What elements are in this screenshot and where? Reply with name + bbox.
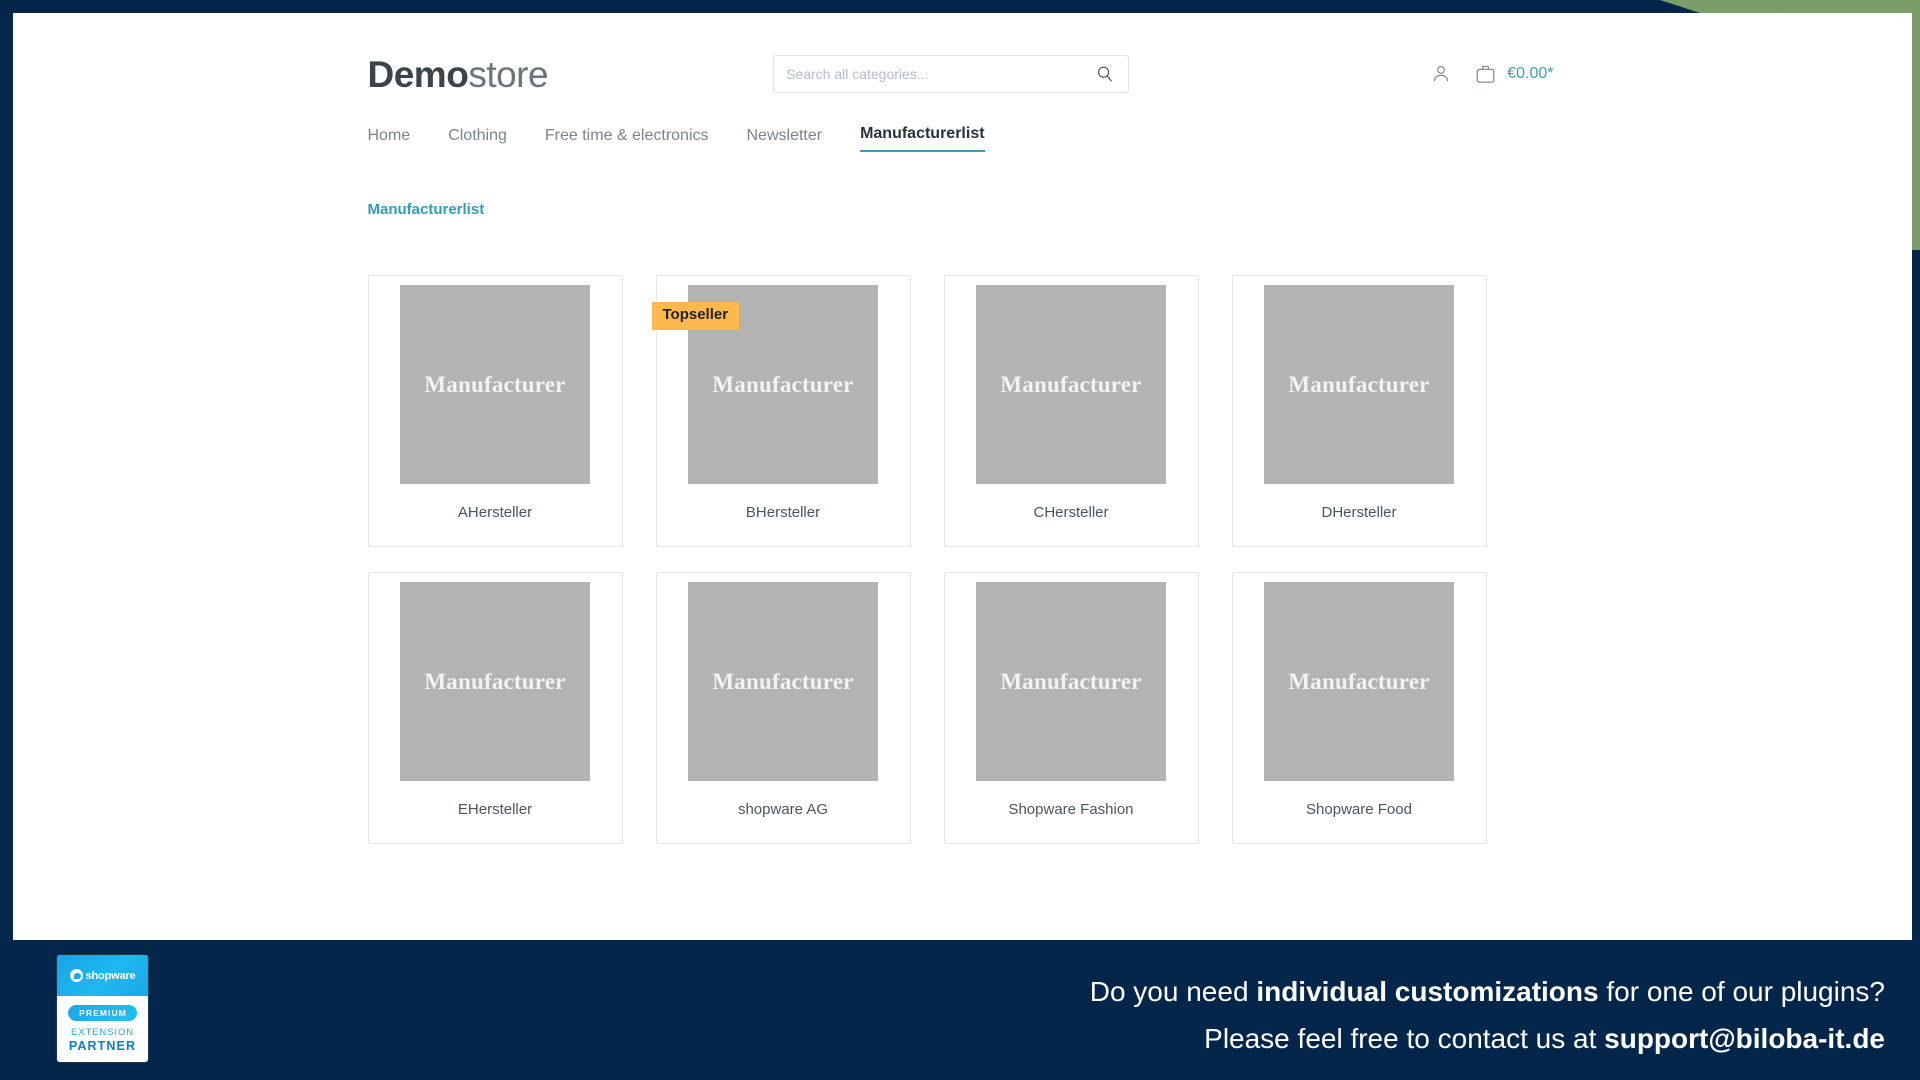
shopware-partner-badge[interactable]: shopware PREMIUM EXTENSION PARTNER	[57, 955, 148, 1062]
cart-button[interactable]: €0.00*	[1474, 63, 1554, 86]
manufacturer-name: Shopware Food	[1306, 801, 1412, 818]
manufacturer-card[interactable]: Manufacturer AHersteller	[367, 275, 623, 547]
page-viewport: Demostore Search all categories... €0.00…	[13, 13, 1912, 940]
site-logo[interactable]: Demostore	[368, 56, 549, 93]
manufacturer-name: AHersteller	[457, 504, 533, 521]
banner-line-2-part-a: Please feel free to contact us at	[1204, 1023, 1605, 1055]
manufacturer-name: shopware AG	[737, 801, 829, 818]
manufacturer-image: Manufacturer	[976, 285, 1166, 484]
manufacturer-name: DHersteller	[1321, 504, 1397, 521]
header-actions: €0.00*	[1430, 63, 1557, 86]
manufacturer-name: EHersteller	[457, 801, 533, 818]
manufacturer-card[interactable]: Manufacturer Shopware Food	[1231, 572, 1487, 844]
nav-item-free-time-electronics[interactable]: Free time & electronics	[545, 127, 709, 152]
manufacturer-image: Manufacturer	[976, 582, 1166, 781]
search-icon	[1098, 66, 1112, 82]
nav-item-manufacturerlist[interactable]: Manufacturerlist	[860, 125, 985, 152]
manufacturer-image-label: Manufacturer	[712, 668, 854, 694]
manufacturer-card[interactable]: Topseller Manufacturer BHersteller	[651, 275, 911, 547]
green-accent-corner	[1700, 0, 1920, 13]
banner-line-1-emphasis: individual customizations	[1256, 976, 1599, 1007]
manufacturer-card[interactable]: Manufacturer Shopware Fashion	[943, 572, 1199, 844]
manufacturer-image: Manufacturer	[688, 582, 878, 781]
search-button[interactable]	[1094, 65, 1116, 83]
manufacturer-card[interactable]: Manufacturer DHersteller	[1231, 275, 1487, 547]
logo-text-light: store	[468, 53, 549, 95]
breadcrumb: Manufacturerlist	[368, 152, 1558, 219]
support-email[interactable]: support@biloba-it.de	[1604, 1023, 1885, 1054]
account-button[interactable]	[1430, 63, 1452, 85]
manufacturer-image-label: Manufacturer	[1288, 668, 1430, 694]
search-input[interactable]	[786, 66, 1095, 82]
manufacturer-image-label: Manufacturer	[1288, 371, 1430, 397]
banner-line-1: Do you need individual customizations fo…	[1090, 968, 1885, 1015]
header-top-row: Demostore Search all categories... €0.00…	[368, 46, 1558, 102]
banner-line-1-part-c: for one of our plugins?	[1598, 976, 1885, 1007]
nav-item-clothing[interactable]: Clothing	[448, 127, 507, 152]
manufacturer-image-label: Manufacturer	[424, 668, 566, 694]
nav-item-home[interactable]: Home	[368, 127, 411, 152]
site-header: Demostore Search all categories... €0.00…	[13, 13, 1912, 152]
manufacturer-image-label: Manufacturer	[1000, 668, 1142, 694]
manufacturer-name: BHersteller	[745, 504, 821, 521]
shopware-logo-icon	[69, 969, 83, 982]
manufacturer-image: Manufacturer	[400, 285, 590, 484]
manufacturer-grid: Manufacturer AHersteller Topseller Manuf…	[367, 275, 1558, 844]
manufacturer-card[interactable]: Manufacturer shopware AG	[655, 572, 911, 844]
partner-badge-line-partner: PARTNER	[68, 1039, 137, 1053]
manufacturer-image-label: Manufacturer	[424, 371, 566, 397]
topseller-badge: Topseller	[651, 302, 740, 330]
premium-pill: PREMIUM	[68, 1005, 137, 1021]
manufacturer-image: Manufacturer	[400, 582, 590, 781]
breadcrumb-item-manufacturerlist[interactable]: Manufacturerlist	[368, 201, 485, 218]
logo-text-bold: Demo	[367, 53, 469, 95]
search-form[interactable]	[773, 55, 1130, 93]
user-icon	[1434, 66, 1449, 82]
banner-line-2: Please feel free to contact us at suppor…	[1090, 1015, 1885, 1062]
partner-badge-header: shopware	[57, 955, 148, 996]
banner-line-1-part-a: Do you need	[1089, 976, 1257, 1007]
cart-total-amount: €0.00*	[1507, 65, 1554, 82]
main-content: Manufacturer AHersteller Topseller Manuf…	[367, 219, 1558, 844]
manufacturer-image: Manufacturer	[1264, 285, 1454, 484]
banner-message: Do you need individual customizations fo…	[1090, 968, 1885, 1062]
bag-icon	[1476, 65, 1495, 83]
manufacturer-card[interactable]: Manufacturer CHersteller	[943, 275, 1199, 547]
shopware-logo-text: shopware	[85, 969, 136, 982]
partner-badge-body: PREMIUM EXTENSION PARTNER	[57, 996, 148, 1062]
partner-badge-line-extension: EXTENSION	[71, 1027, 134, 1038]
bottom-promo-banner: shopware PREMIUM EXTENSION PARTNER Do yo…	[0, 940, 1920, 1080]
manufacturer-name: CHersteller	[1033, 504, 1109, 521]
manufacturer-name: Shopware Fashion	[1008, 801, 1134, 818]
nav-item-newsletter[interactable]: Newsletter	[747, 127, 823, 152]
manufacturer-image-label: Manufacturer	[1000, 371, 1142, 397]
manufacturer-image-label: Manufacturer	[712, 371, 854, 397]
main-navigation: Home Clothing Free time & electronics Ne…	[368, 122, 1558, 152]
manufacturer-image: Manufacturer	[1264, 582, 1454, 781]
manufacturer-card[interactable]: Manufacturer EHersteller	[367, 572, 623, 844]
